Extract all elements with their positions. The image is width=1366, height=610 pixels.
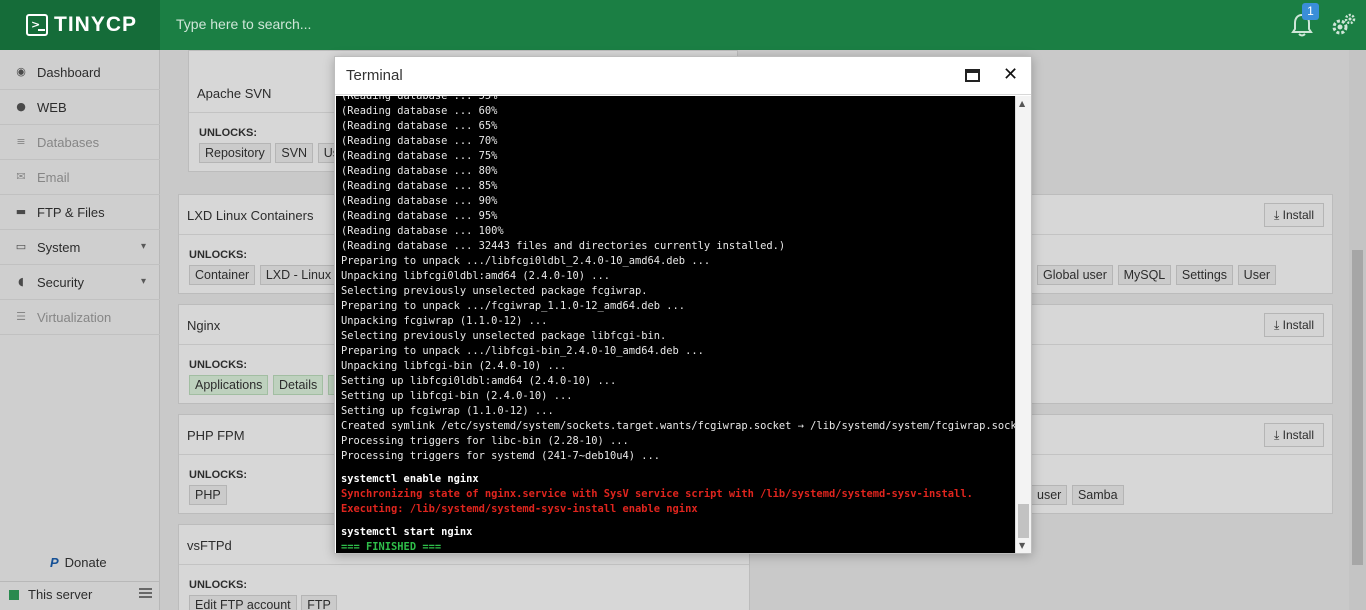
maximize-icon[interactable] <box>965 69 980 82</box>
terminal-line: (Reading database ... 60% <box>341 105 498 117</box>
terminal-line: (Reading database ... 75% <box>341 150 498 162</box>
scroll-down-icon[interactable]: ▼ <box>1019 541 1025 550</box>
terminal-line: Processing triggers for libc-bin (2.28-1… <box>341 435 629 447</box>
terminal-line: Synchronizing state of nginx.service wit… <box>341 488 973 500</box>
scrollbar-thumb[interactable] <box>1018 504 1029 538</box>
terminal-line: Preparing to unpack .../fcgiwrap_1.1.0-1… <box>341 300 686 312</box>
terminal-line: (Reading database ... 100% <box>341 225 504 237</box>
terminal-line: systemctl enable nginx <box>341 473 479 485</box>
terminal-line: (Reading database ... 90% <box>341 195 498 207</box>
terminal-line: Setting up libfcgi0ldbl:amd64 (2.4.0-10)… <box>341 375 617 387</box>
terminal-line: (Reading database ... 85% <box>341 180 498 192</box>
close-icon[interactable]: ✕ <box>1003 64 1018 85</box>
search-input[interactable]: Type here to search... <box>176 16 311 32</box>
terminal-scrollbar[interactable]: ▲ ▼ <box>1015 96 1031 553</box>
scroll-up-icon[interactable]: ▲ <box>1019 99 1025 108</box>
terminal-line: Selecting previously unselected package … <box>341 330 667 342</box>
terminal-line: Setting up libfcgi-bin (2.4.0-10) ... <box>341 390 573 402</box>
terminal-line: (Reading database ... 65% <box>341 120 498 132</box>
logo[interactable]: > TINYCP <box>0 0 160 50</box>
terminal-logo-icon: > <box>26 14 48 36</box>
notification-badge[interactable]: 1 <box>1302 3 1319 20</box>
terminal-line: (Reading database ... 70% <box>341 135 498 147</box>
terminal-line: Setting up fcgiwrap (1.1.0-12) ... <box>341 405 554 417</box>
dialog-title: Terminal <box>346 67 403 84</box>
gear-icon[interactable] <box>1330 13 1356 37</box>
terminal-dialog: Terminal ✕ (Reading database ... 55% (Rea… <box>334 56 1032 554</box>
terminal-line: Selecting previously unselected package … <box>341 285 648 297</box>
logo-text: TINYCP <box>54 13 138 36</box>
terminal-line: Processing triggers for systemd (241-7~d… <box>341 450 661 462</box>
terminal-line: Preparing to unpack .../libfcgi-bin_2.4.… <box>341 345 704 357</box>
top-bar: > TINYCP Type here to search... 1 <box>0 0 1366 50</box>
terminal-line: Unpacking libfcgi-bin (2.4.0-10) ... <box>341 360 567 372</box>
terminal-line: === FINISHED === <box>341 541 442 553</box>
terminal-line: Executing: /lib/systemd/systemd-sysv-ins… <box>341 503 698 515</box>
terminal-line: (Reading database ... 80% <box>341 165 498 177</box>
terminal-line: Unpacking libfcgi0ldbl:amd64 (2.4.0-10) … <box>341 270 610 282</box>
terminal-output[interactable]: (Reading database ... 55% (Reading databa… <box>336 96 1015 553</box>
terminal-line: Created symlink /etc/systemd/system/sock… <box>341 420 1015 432</box>
dialog-header: Terminal ✕ <box>335 57 1031 95</box>
terminal-line: (Reading database ... 95% <box>341 210 498 222</box>
terminal-line: systemctl start nginx <box>341 526 473 538</box>
terminal-line: (Reading database ... 32443 files and di… <box>341 240 786 252</box>
terminal-line: (Reading database ... 55% <box>341 96 498 102</box>
terminal-line: Preparing to unpack .../libfcgi0ldbl_2.4… <box>341 255 711 267</box>
terminal-line: Unpacking fcgiwrap (1.1.0-12) ... <box>341 315 548 327</box>
